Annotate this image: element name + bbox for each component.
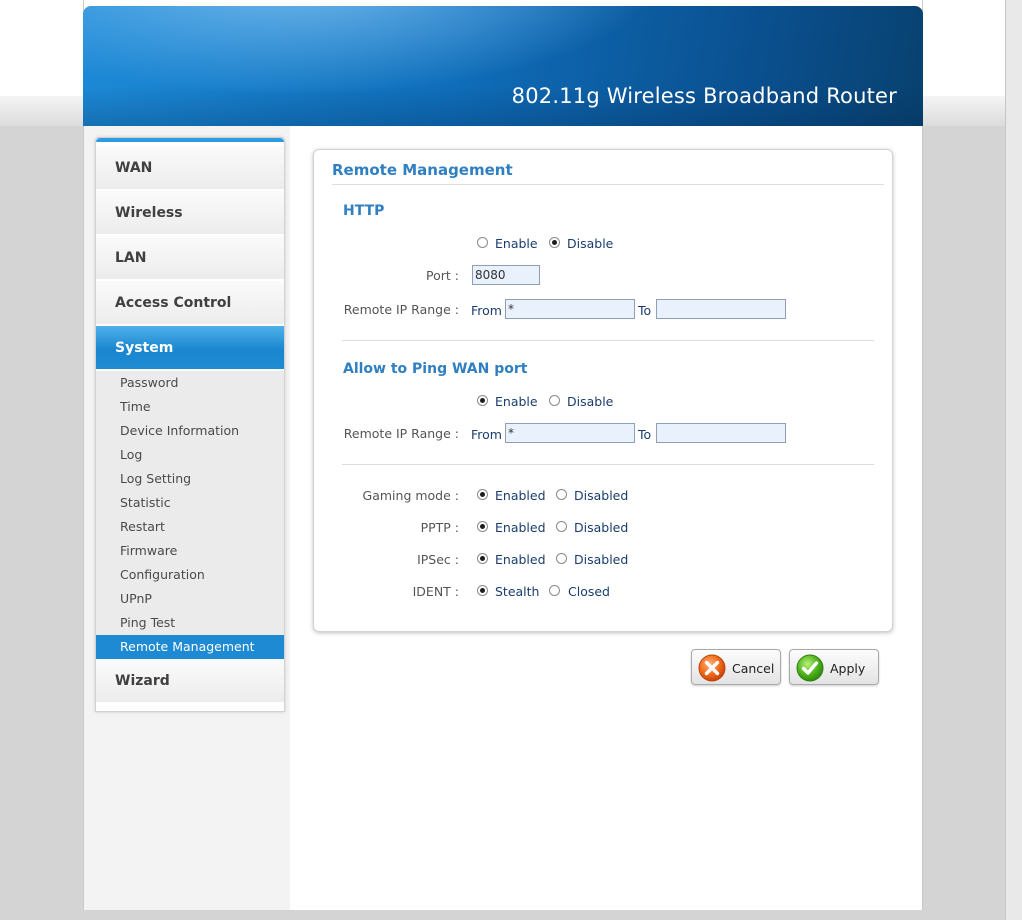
gaming-enabled-radio[interactable] <box>477 489 488 500</box>
ipsec-label: IPSec : <box>417 552 459 567</box>
http-disable-label: Disable <box>567 236 614 251</box>
header-banner: 802.11g Wireless Broadband Router <box>83 6 923 126</box>
submenu-device-information[interactable]: Device Information <box>96 419 284 443</box>
cancel-icon <box>698 654 726 682</box>
ident-stealth-label: Stealth <box>495 584 540 599</box>
ping-enable-radio[interactable] <box>477 395 488 406</box>
submenu-statistic[interactable]: Statistic <box>96 491 284 515</box>
system-submenu: Password Time Device Information Log Log… <box>96 371 284 659</box>
sidebar-item-wireless[interactable]: Wireless <box>96 191 284 235</box>
http-to-input[interactable] <box>656 299 786 319</box>
submenu-ping-test[interactable]: Ping Test <box>96 611 284 635</box>
pptp-enabled-label: Enabled <box>495 520 546 535</box>
submenu-upnp[interactable]: UPnP <box>96 587 284 611</box>
ping-from-input[interactable] <box>505 423 635 443</box>
submenu-password[interactable]: Password <box>96 371 284 395</box>
pptp-disabled-radio[interactable] <box>556 521 567 532</box>
page-title: Remote Management <box>332 161 513 179</box>
section-divider <box>342 464 874 465</box>
submenu-time[interactable]: Time <box>96 395 284 419</box>
http-enable-label: Enable <box>495 236 538 251</box>
http-to-label: To <box>638 303 652 318</box>
ipsec-disabled-radio[interactable] <box>556 553 567 564</box>
ping-enable-label: Enable <box>495 394 538 409</box>
submenu-firmware[interactable]: Firmware <box>96 539 284 563</box>
sidebar-accent-line <box>96 138 284 142</box>
http-disable-radio[interactable] <box>549 237 560 248</box>
gaming-mode-label: Gaming mode : <box>362 488 459 503</box>
ident-closed-radio[interactable] <box>549 585 560 596</box>
sidebar-item-lan[interactable]: LAN <box>96 236 284 280</box>
ident-label: IDENT : <box>412 584 459 599</box>
ident-stealth-radio[interactable] <box>477 585 488 596</box>
submenu-remote-management[interactable]: Remote Management <box>96 635 284 659</box>
remote-management-panel: Remote Management HTTP Enable Disable Po… <box>313 149 893 632</box>
http-section-title: HTTP <box>343 203 385 219</box>
http-port-input[interactable] <box>472 265 540 285</box>
ping-to-input[interactable] <box>656 423 786 443</box>
pptp-enabled-radio[interactable] <box>477 521 488 532</box>
submenu-configuration[interactable]: Configuration <box>96 563 284 587</box>
section-divider <box>342 340 874 341</box>
cancel-label: Cancel <box>732 661 775 676</box>
ping-disable-radio[interactable] <box>549 395 560 406</box>
ident-closed-label: Closed <box>568 584 610 599</box>
pptp-label: PPTP : <box>420 520 459 535</box>
apply-label: Apply <box>830 661 866 676</box>
submenu-log-setting[interactable]: Log Setting <box>96 467 284 491</box>
ipsec-enabled-label: Enabled <box>495 552 546 567</box>
http-from-label: From <box>471 303 502 318</box>
title-divider <box>332 184 884 185</box>
apply-button[interactable]: Apply <box>789 649 879 685</box>
pptp-disabled-label: Disabled <box>574 520 629 535</box>
router-title: 802.11g Wireless Broadband Router <box>511 84 897 108</box>
submenu-restart[interactable]: Restart <box>96 515 284 539</box>
submenu-log[interactable]: Log <box>96 443 284 467</box>
ipsec-disabled-label: Disabled <box>574 552 629 567</box>
sidebar-item-wizard[interactable]: Wizard <box>96 659 284 703</box>
http-ip-range-label: Remote IP Range : <box>343 302 459 317</box>
http-from-input[interactable] <box>505 299 635 319</box>
sidebar-item-access-control[interactable]: Access Control <box>96 281 284 325</box>
ping-ip-range-label: Remote IP Range : <box>343 426 459 441</box>
window-scrollbar[interactable] <box>1005 0 1022 920</box>
sidebar-item-system[interactable]: System <box>96 326 284 370</box>
sidebar-item-wan[interactable]: WAN <box>96 146 284 190</box>
checkmark-icon <box>796 654 824 682</box>
ping-section-title: Allow to Ping WAN port <box>343 361 528 377</box>
cancel-button[interactable]: Cancel <box>691 649 781 685</box>
ping-from-label: From <box>471 427 502 442</box>
http-port-label: Port : <box>426 268 459 283</box>
ping-to-label: To <box>638 427 652 442</box>
gaming-disabled-label: Disabled <box>574 488 629 503</box>
gaming-disabled-radio[interactable] <box>556 489 567 500</box>
http-enable-radio[interactable] <box>477 237 488 248</box>
ipsec-enabled-radio[interactable] <box>477 553 488 564</box>
gaming-enabled-label: Enabled <box>495 488 546 503</box>
sidebar: WAN Wireless LAN Access Control System P… <box>95 137 285 712</box>
ping-disable-label: Disable <box>567 394 614 409</box>
